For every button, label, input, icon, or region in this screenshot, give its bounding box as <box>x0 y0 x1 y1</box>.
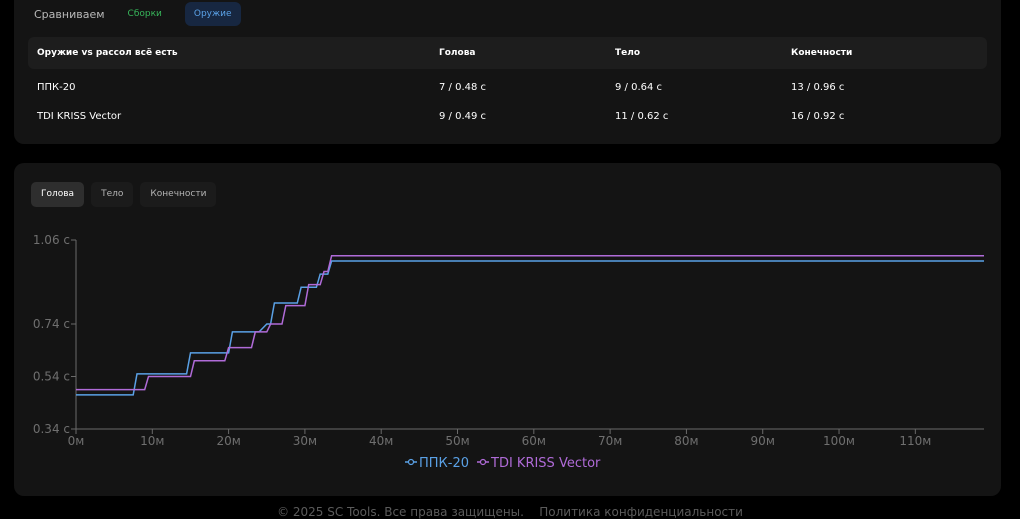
x-tick-label: 110м <box>899 434 931 448</box>
x-tick-label: 0м <box>68 434 85 448</box>
legend-marker-dot <box>407 458 415 466</box>
x-tick-label: 60м <box>522 434 546 448</box>
y-tick-label: 0.34 с <box>33 422 70 436</box>
y-tick-label: 0.54 с <box>33 370 70 384</box>
ttk-line-chart: 1.06 с 0.74 с 0.54 с 0.34 с0м 10м 20м 30м 40м 50… <box>33 233 984 471</box>
series-line-0 <box>76 260 984 396</box>
x-tick-label: 100м <box>823 434 855 448</box>
legend-label: TDI KRISS Vector <box>490 456 601 471</box>
x-tick-label: 40м <box>369 434 393 448</box>
x-tick-label: 80м <box>674 434 698 448</box>
series-line-1 <box>76 255 984 391</box>
x-tick-label: 20м <box>216 434 240 448</box>
x-tick-label: 70м <box>598 434 622 448</box>
y-tick-label: 1.06 с <box>33 233 70 247</box>
x-tick-label: 30м <box>293 434 317 448</box>
legend-marker-dot <box>479 458 487 466</box>
footer: © 2025 SC Tools. Все права защищены. Пол… <box>277 505 743 519</box>
x-tick-label: 50м <box>445 434 469 448</box>
y-tick-label: 0.74 с <box>33 317 70 331</box>
x-tick-label: 10м <box>140 434 164 448</box>
x-tick-label: 90м <box>751 434 775 448</box>
legend-label: ППК-20 <box>419 456 469 471</box>
